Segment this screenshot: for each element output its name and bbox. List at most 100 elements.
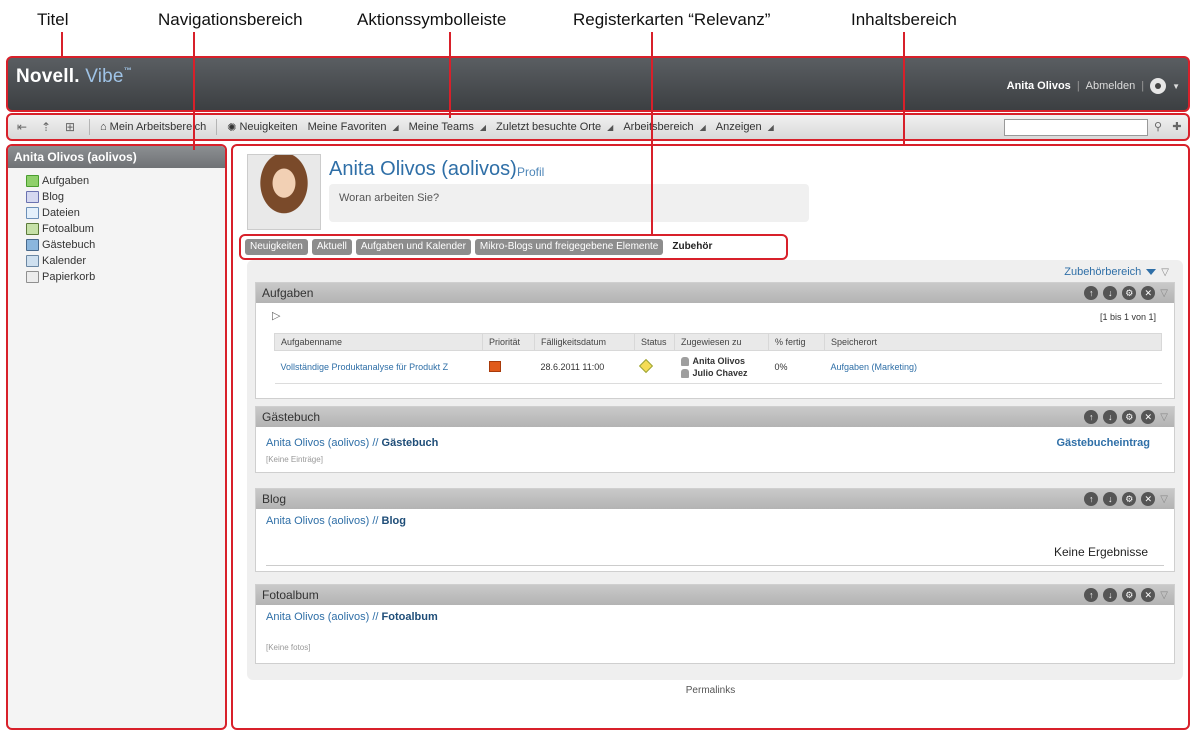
gear-icon[interactable] — [1150, 78, 1167, 94]
move-down-icon[interactable]: ↓ — [1103, 492, 1118, 506]
breadcrumb-prefix: Anita Olivos (aolivos) // — [266, 515, 379, 527]
panel-menu-icon[interactable]: ▽ — [1160, 412, 1168, 423]
close-icon[interactable]: ✕ — [1141, 410, 1156, 424]
panel-menu-icon[interactable]: ▽ — [1160, 494, 1168, 505]
sidebar-item-files[interactable]: Dateien — [26, 205, 225, 221]
paging-info: [1 bis 1 von 1] — [1099, 312, 1156, 322]
toolbar-divider — [89, 119, 90, 135]
logout-link[interactable]: Abmelden — [1086, 80, 1136, 92]
sidebar-item-trash[interactable]: Papierkorb — [26, 269, 225, 285]
column-header[interactable]: % fertig — [768, 333, 825, 351]
callout-toolbar: Aktionssymbolleiste — [357, 10, 507, 29]
recent-places-menu[interactable]: Zuletzt besuchte Orte ◢ — [491, 121, 618, 133]
settings-icon[interactable]: ⚙ — [1122, 492, 1137, 506]
relevance-tabs: Neuigkeiten Aktuell Aufgaben und Kalende… — [239, 234, 788, 260]
assignee[interactable]: Julio Chavez — [680, 367, 763, 379]
tasks-table: Aufgabenname Priorität Fälligkeitsdatum … — [274, 333, 1162, 384]
guestbook-entry-button[interactable]: Gästebucheintrag — [1056, 437, 1150, 449]
my-workspace-label: Mein Arbeitsbereich — [109, 121, 207, 133]
blog-icon — [26, 191, 39, 203]
upload-icon[interactable]: ⇡ — [36, 118, 56, 136]
move-up-icon[interactable]: ↑ — [1084, 410, 1099, 424]
accessory-panel: Zubehörbereich ▽ Aufgaben ↑ ↓ ⚙ ✕ ▽ ▷ [1… — [247, 260, 1183, 680]
callout-title: Titel — [37, 10, 69, 29]
sidebar-item-blog[interactable]: Blog — [26, 189, 225, 205]
blog-breadcrumb[interactable]: Anita Olivos (aolivos) // Blog — [266, 515, 406, 527]
tab-current[interactable]: Aktuell — [311, 239, 352, 255]
close-icon[interactable]: ✕ — [1141, 588, 1156, 602]
calendar-icon — [26, 255, 39, 267]
settings-icon[interactable]: ⚙ — [1122, 410, 1137, 424]
tab-accessories[interactable]: Zubehör — [667, 239, 718, 255]
my-teams-menu[interactable]: Meine Teams ◢ — [404, 121, 491, 133]
column-header[interactable]: Fälligkeitsdatum — [534, 333, 635, 351]
panel-menu-icon[interactable]: ▽ — [1160, 288, 1168, 299]
blog-accessory: Blog ↑ ↓ ⚙ ✕ ▽ Anita Olivos (aolivos) //… — [255, 488, 1175, 572]
home-icon: ⌂ — [100, 121, 107, 133]
avatar[interactable] — [247, 154, 321, 230]
panel-controls: ↑ ↓ ⚙ ✕ ▽ — [1084, 588, 1168, 602]
column-header[interactable]: Zugewiesen zu — [674, 333, 769, 351]
workspace-menu[interactable]: Arbeitsbereich ◢ — [618, 121, 710, 133]
user-name-link[interactable]: Anita Olivos — [1007, 80, 1071, 92]
sidebar-item-tasks[interactable]: Aufgaben — [26, 173, 225, 189]
move-up-icon[interactable]: ↑ — [1084, 286, 1099, 300]
search-icon[interactable]: ⚲ — [1150, 120, 1166, 136]
column-header[interactable]: Status — [634, 333, 675, 351]
permalinks-link[interactable]: Permalinks — [233, 685, 1188, 696]
expand-arrow-icon[interactable]: ▷ — [272, 309, 280, 322]
sidebar-item-label: Dateien — [42, 207, 80, 219]
collapse-icon[interactable]: ▽ — [1161, 267, 1169, 278]
assignee[interactable]: Anita Olivos — [680, 355, 763, 367]
move-down-icon[interactable]: ↓ — [1103, 588, 1118, 602]
back-icon[interactable]: ⇤ — [12, 118, 32, 136]
task-name-link[interactable]: Vollständige Produktanalyse für Produkt … — [281, 362, 449, 372]
assignee-name: Julio Chavez — [692, 368, 748, 378]
sidebar-item-guestbook[interactable]: Gästebuch — [26, 237, 225, 253]
move-down-icon[interactable]: ↓ — [1103, 286, 1118, 300]
accessory-area-menu[interactable]: Zubehörbereich ▽ — [1064, 266, 1169, 278]
close-icon[interactable]: ✕ — [1141, 492, 1156, 506]
column-header[interactable]: Aufgabenname — [274, 333, 483, 351]
tree-icon[interactable]: ⊞ — [60, 118, 80, 136]
settings-icon[interactable]: ⚙ — [1122, 588, 1137, 602]
breadcrumb-name: Gästebuch — [381, 437, 439, 449]
whats-new-button[interactable]: ✺ Neuigkeiten — [222, 121, 302, 134]
tab-microblogs-shared[interactable]: Mikro-Blogs und freigegebene Elemente — [474, 239, 664, 255]
novell-vibe-logo[interactable]: Novell. Vibe™ — [16, 66, 132, 88]
breadcrumb-name: Blog — [381, 515, 406, 527]
chevron-down-icon[interactable]: ▼ — [1172, 82, 1180, 91]
panel-menu-icon[interactable]: ▽ — [1160, 590, 1168, 601]
profile-link[interactable]: Profil — [517, 165, 544, 179]
tab-whats-new[interactable]: Neuigkeiten — [245, 239, 308, 255]
task-due-date: 28.6.2011 11:00 — [534, 350, 635, 384]
column-header[interactable]: Priorität — [482, 333, 535, 351]
sun-icon: ✺ — [227, 121, 237, 134]
close-icon[interactable]: ✕ — [1141, 286, 1156, 300]
advanced-search-icon[interactable]: ✚ — [1169, 120, 1185, 136]
menu-arrow-icon: ◢ — [607, 122, 614, 132]
view-menu[interactable]: Anzeigen ◢ — [711, 121, 779, 133]
status-input[interactable]: Woran arbeiten Sie? — [329, 184, 809, 222]
chevron-down-icon — [1146, 269, 1157, 275]
accessory-area-label: Zubehörbereich — [1064, 266, 1142, 278]
column-header[interactable]: Speicherort — [824, 333, 1162, 351]
move-down-icon[interactable]: ↓ — [1103, 410, 1118, 424]
callout-content-line-over — [903, 56, 905, 144]
tab-tasks-calendar[interactable]: Aufgaben und Kalender — [355, 239, 471, 255]
logo-tm: ™ — [123, 66, 132, 75]
priority-icon — [488, 360, 501, 372]
move-up-icon[interactable]: ↑ — [1084, 588, 1099, 602]
sidebar-item-calendar[interactable]: Kalender — [26, 253, 225, 269]
status-icon[interactable] — [638, 358, 653, 374]
task-location-link[interactable]: Aufgaben (Marketing) — [831, 362, 918, 372]
move-up-icon[interactable]: ↑ — [1084, 492, 1099, 506]
my-favorites-menu[interactable]: Meine Favoriten ◢ — [303, 121, 404, 133]
guestbook-breadcrumb[interactable]: Anita Olivos (aolivos) // Gästebuch — [266, 437, 438, 449]
guestbook-panel-title: Gästebuch — [262, 410, 321, 424]
task-percent: 0% — [768, 350, 825, 384]
photo-breadcrumb[interactable]: Anita Olivos (aolivos) // Fotoalbum — [266, 611, 438, 623]
settings-icon[interactable]: ⚙ — [1122, 286, 1137, 300]
sidebar-item-photo-album[interactable]: Fotoalbum — [26, 221, 225, 237]
search-input[interactable] — [1004, 119, 1148, 136]
